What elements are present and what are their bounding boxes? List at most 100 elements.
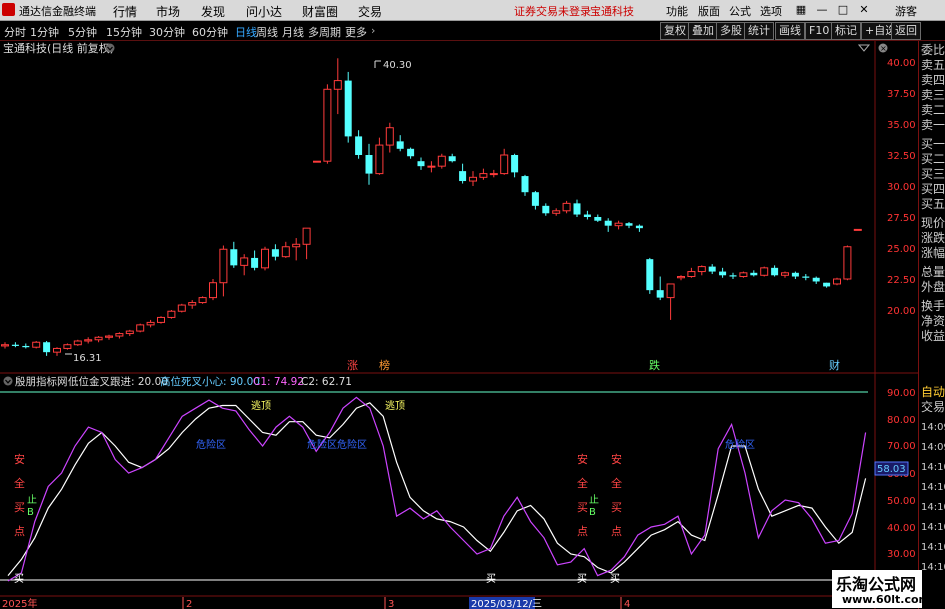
menu-options[interactable]: 选项: [760, 3, 782, 19]
quote-label[interactable]: 买五: [921, 197, 945, 211]
quote-label[interactable]: 卖三: [921, 88, 945, 102]
mark-button[interactable]: 标记: [831, 22, 861, 40]
escape-top-label: 逃顶: [251, 399, 271, 412]
quote-label[interactable]: 卖一: [921, 118, 945, 132]
indicator-dropdown-icon[interactable]: [3, 376, 13, 386]
quote-label[interactable]: 卖四: [921, 73, 945, 87]
minimize-icon[interactable]: —: [814, 2, 830, 17]
tf-15min[interactable]: 15分钟: [106, 24, 142, 40]
safe-char: 买: [577, 501, 588, 514]
candle-body: [614, 222, 623, 227]
menu-formula[interactable]: 公式: [729, 3, 751, 19]
candle-body: [573, 203, 581, 215]
menu-market[interactable]: 市场: [156, 3, 180, 20]
tf-more[interactable]: 更多: [345, 24, 367, 40]
quote-label[interactable]: 收益: [921, 329, 945, 343]
quote-label[interactable]: 涨跌: [921, 231, 945, 245]
tf-60min[interactable]: 60分钟: [192, 24, 228, 40]
adjust-button[interactable]: 复权: [660, 22, 690, 40]
year-label: 2025年: [2, 597, 37, 609]
tf-30min[interactable]: 30分钟: [149, 24, 185, 40]
candle-body: [677, 276, 685, 279]
tf-multi-period[interactable]: 多周期: [308, 24, 341, 40]
tf-1min[interactable]: 1分钟: [30, 24, 59, 40]
trade-time: 14:10: [921, 502, 945, 513]
menu-function[interactable]: 功能: [666, 3, 688, 19]
quote-label[interactable]: 总量: [921, 265, 945, 279]
chart-title: 宝通科技(日线 前复权): [3, 41, 114, 55]
indicator-c2-value: C2: 62.71: [301, 376, 352, 388]
quote-label[interactable]: 委比: [921, 43, 945, 57]
quote-label[interactable]: 卖二: [921, 103, 945, 117]
price-tick: 27.50: [887, 213, 916, 224]
quote-label[interactable]: 买二: [921, 152, 945, 166]
grid-icon[interactable]: ▦: [793, 2, 809, 17]
tf-monthly[interactable]: 月线: [282, 24, 304, 40]
menu-trade[interactable]: 交易: [358, 3, 382, 20]
menu-wealth-circle[interactable]: 财富圈: [302, 3, 338, 20]
finance-tag[interactable]: 财: [829, 358, 840, 372]
escape-top-label-2: 逃顶: [385, 399, 405, 412]
quote-label[interactable]: 现价: [921, 216, 945, 230]
right-quote-panel: 委比 卖五 卖四 卖三 卖二 卖一 买一 买二 买三 买四 买五 现价 涨跌 涨…: [918, 41, 945, 609]
limit-down-tag[interactable]: 跌: [649, 358, 660, 372]
candle-body: [448, 156, 456, 162]
menu-discover[interactable]: 发现: [201, 3, 225, 20]
chevron-right-icon[interactable]: ›: [371, 24, 375, 37]
draw-line-button[interactable]: 画线: [775, 22, 805, 40]
quote-label[interactable]: 买三: [921, 167, 945, 181]
candle-body: [375, 144, 384, 175]
ranking-tag[interactable]: 榜: [379, 358, 390, 372]
candle-body: [198, 297, 207, 304]
candle-body: [407, 148, 415, 157]
tf-weekly[interactable]: 周线: [256, 24, 278, 40]
candle-body: [531, 192, 539, 206]
candle-body: [136, 324, 145, 332]
candle-body: [53, 347, 61, 353]
safe-char: 安: [611, 452, 622, 466]
quote-label[interactable]: 卖五: [921, 58, 945, 72]
month-label: 3: [388, 599, 394, 609]
quote-label[interactable]: 外盘: [921, 280, 945, 294]
menu-layout[interactable]: 版面: [698, 3, 720, 19]
candle-body: [292, 243, 301, 248]
menu-ask[interactable]: 问小达: [246, 3, 282, 20]
multi-stock-button[interactable]: 多股: [716, 22, 746, 40]
close-chart-icon[interactable]: ×: [878, 43, 888, 54]
tf-daily[interactable]: 日线: [235, 24, 257, 40]
chart-area[interactable]: 宝通科技(日线 前复权) × 40.00 37.50 35.00 32.50 3…: [0, 41, 918, 609]
price-tick: 25.00: [887, 244, 916, 255]
app-logo-icon: [2, 3, 15, 16]
overlay-button[interactable]: 叠加: [688, 22, 718, 40]
expand-icon[interactable]: [857, 44, 871, 52]
c2-series-line: [7, 402, 867, 576]
quote-label[interactable]: 买一: [921, 137, 945, 151]
auto-trade-title[interactable]: 自动: [921, 385, 945, 399]
f10-button[interactable]: F10: [805, 22, 834, 40]
menu-market-quotes[interactable]: 行情: [113, 3, 137, 20]
app-title: 通达信金融终端: [19, 5, 96, 18]
auto-trade-title[interactable]: 交易: [921, 400, 945, 414]
chart-title-dropdown-icon[interactable]: [105, 43, 115, 53]
tf-intraday[interactable]: 分时: [4, 24, 26, 40]
candle-body: [697, 266, 706, 273]
login-warning[interactable]: 证券交易未登录: [514, 3, 591, 19]
watermark-url: www.60lt.com: [842, 593, 931, 606]
indicator-name[interactable]: 殷朋指标网: [15, 375, 68, 388]
candle-body: [750, 272, 758, 276]
candle-body: [427, 165, 436, 168]
statistics-button[interactable]: 统计: [744, 22, 774, 40]
candle-body: [177, 304, 186, 312]
candle-body: [251, 257, 259, 268]
limit-up-tag[interactable]: 涨: [347, 359, 358, 372]
candle-body: [791, 272, 799, 277]
quote-label[interactable]: 净资: [921, 314, 945, 328]
close-icon[interactable]: ✕: [856, 2, 872, 17]
guest-user[interactable]: 游客: [895, 3, 917, 19]
quote-label[interactable]: 涨幅: [921, 246, 945, 260]
back-button[interactable]: 返回: [891, 22, 921, 40]
quote-label[interactable]: 换手: [921, 299, 945, 313]
quote-label[interactable]: 买四: [921, 182, 945, 196]
maximize-icon[interactable]: □: [835, 2, 851, 17]
tf-5min[interactable]: 5分钟: [68, 24, 97, 40]
